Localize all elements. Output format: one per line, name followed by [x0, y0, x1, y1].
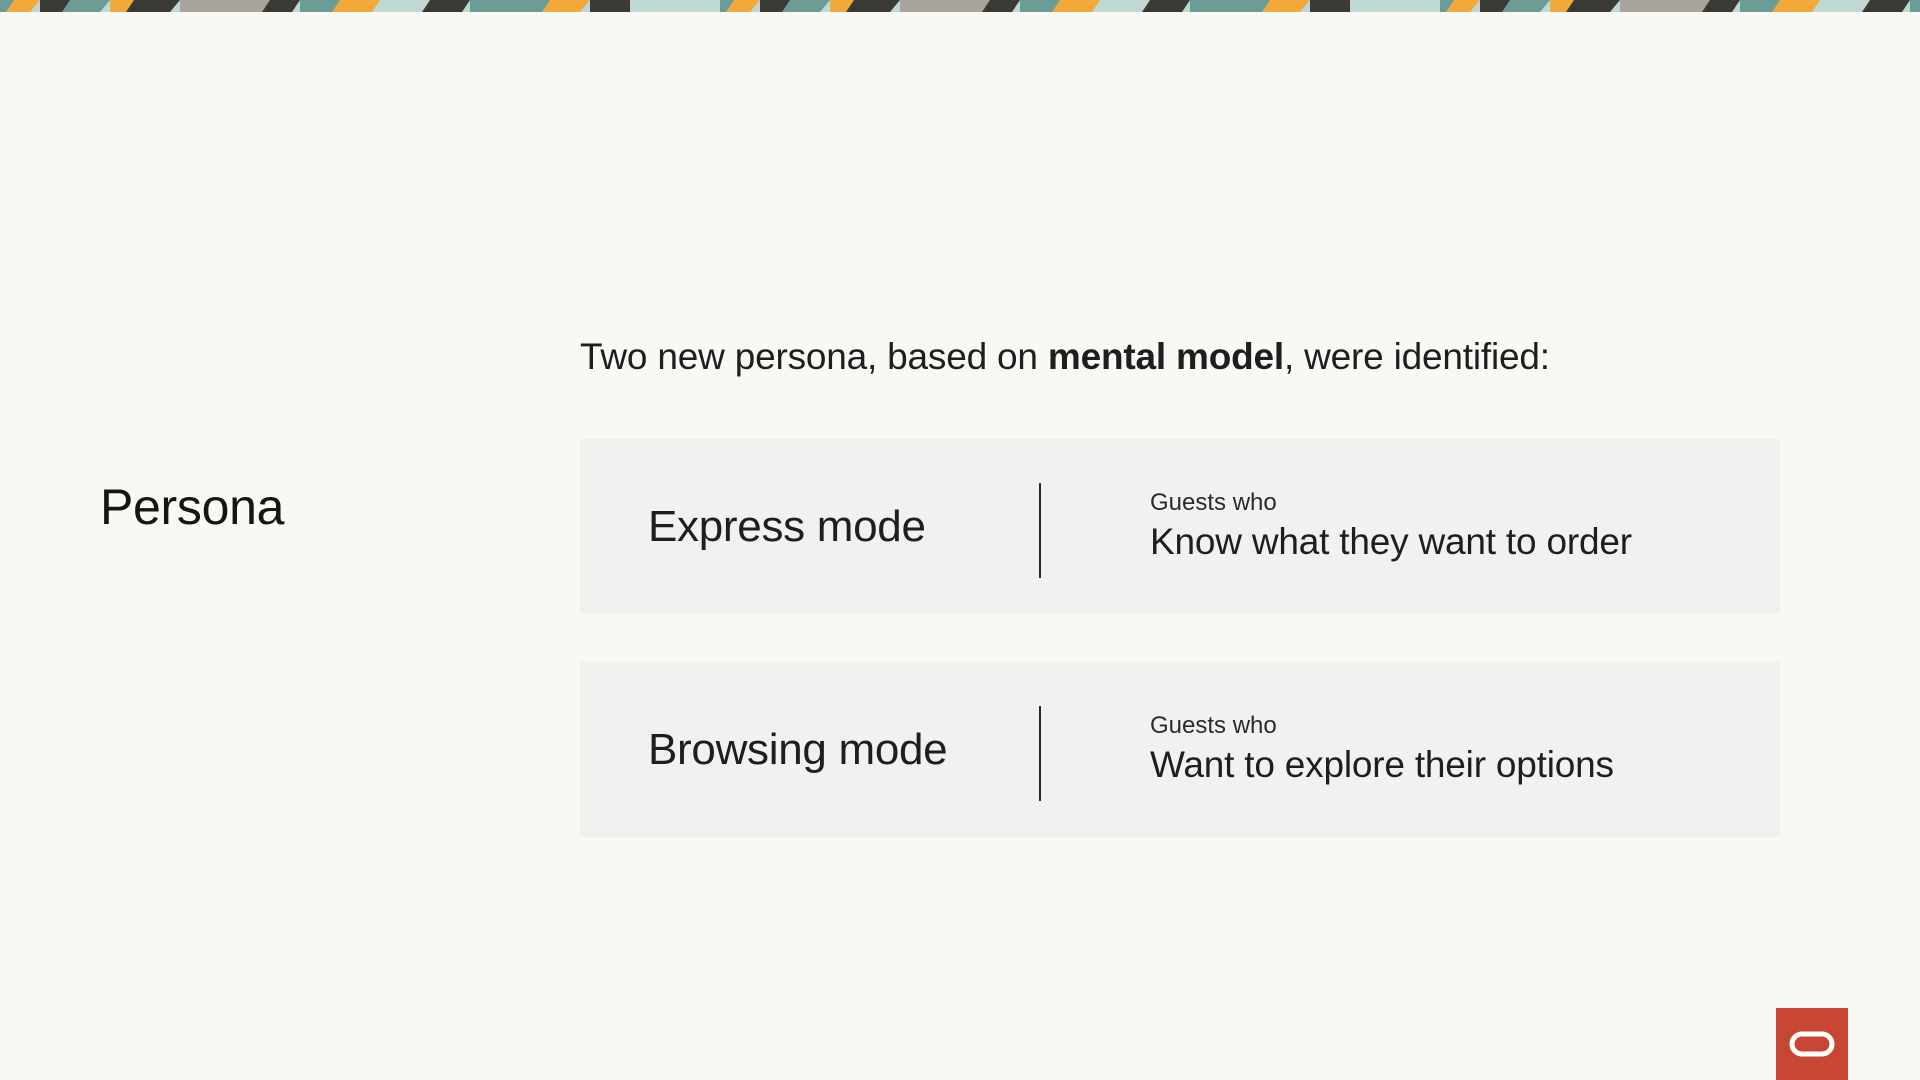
- brand-logo: [1776, 1008, 1848, 1080]
- mode-sub-label: Guests who: [1150, 712, 1277, 739]
- intro-text-start: Two new persona, based on: [580, 336, 1048, 377]
- mode-name: Browsing mode: [648, 725, 948, 774]
- patterned-border-icon: [0, 0, 1920, 12]
- divider: [1039, 706, 1041, 801]
- intro-text-emphasis: mental model: [1047, 336, 1284, 377]
- browsing-mode-card: Browsing mode Guests who Want to explore…: [580, 662, 1780, 837]
- mode-name: Express mode: [648, 502, 926, 551]
- intro-text-end: , were identified:: [1284, 336, 1550, 377]
- oracle-logo-icon: [1789, 1031, 1835, 1057]
- divider: [1039, 483, 1041, 578]
- mode-description: Want to explore their options: [1150, 744, 1614, 785]
- express-mode-card: Express mode Guests who Know what they w…: [580, 439, 1780, 614]
- patterned-border: [0, 0, 1920, 12]
- intro-text: Two new persona, based on mental model, …: [580, 336, 1550, 378]
- mode-sub-label: Guests who: [1150, 489, 1277, 516]
- page-title: Persona: [100, 479, 285, 535]
- mode-description: Know what they want to order: [1150, 521, 1632, 562]
